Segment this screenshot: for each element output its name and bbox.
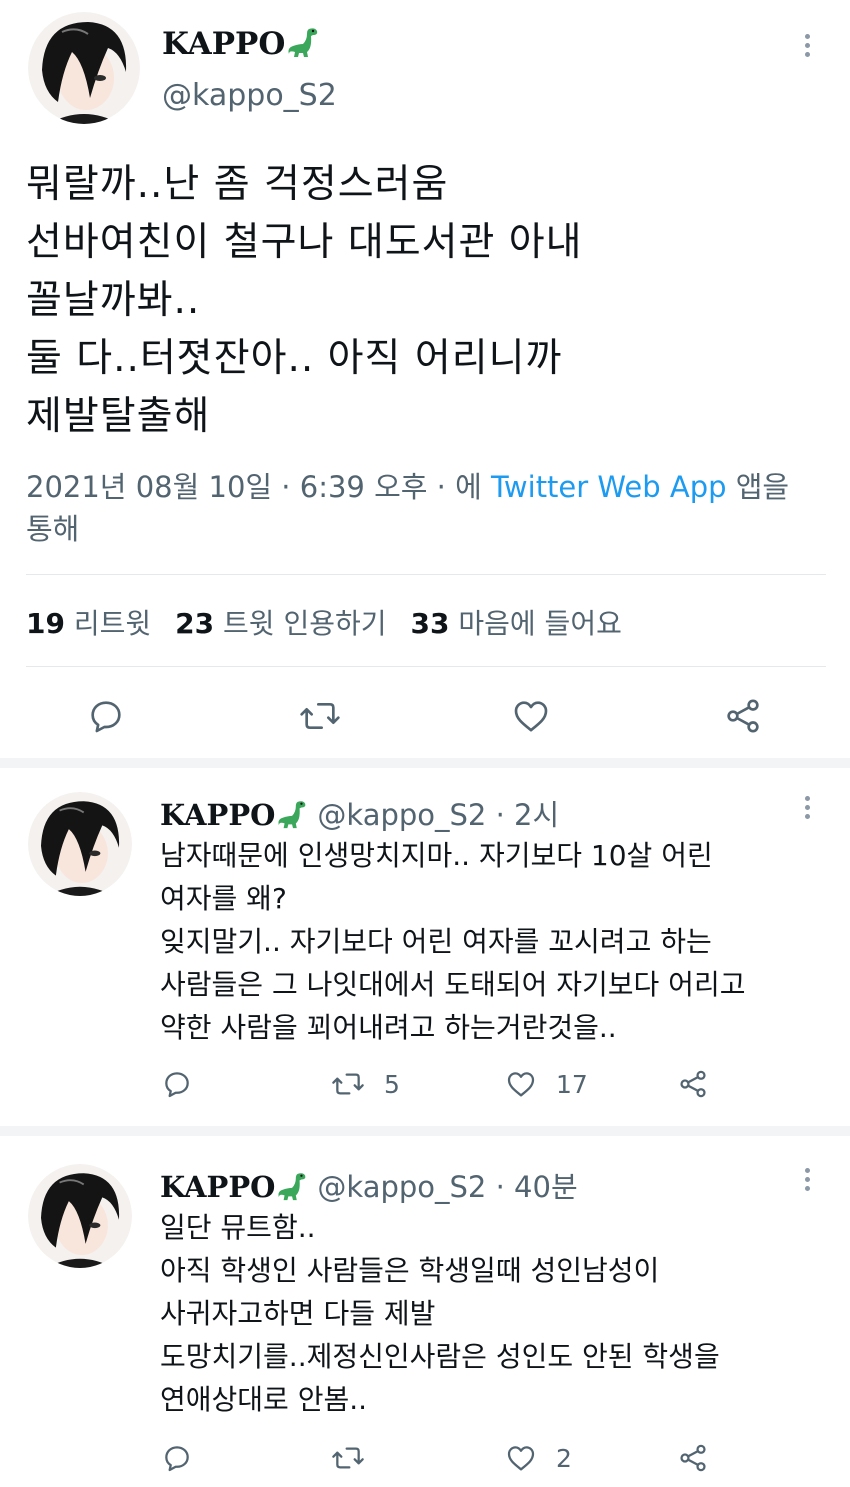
reply-line: 연애상대로 안봄.. — [160, 1383, 368, 1416]
like-icon[interactable] — [510, 696, 552, 736]
like-icon[interactable] — [504, 1442, 538, 1474]
avatar[interactable] — [28, 1164, 132, 1268]
reply-line: 도망치기를..제정신인사람은 성인도 안된 학생을 — [160, 1340, 720, 1373]
like-count: 17 — [556, 1070, 588, 1099]
divider — [26, 574, 826, 575]
dinosaur-emoji-icon — [287, 26, 321, 66]
reply-header: KAPPO @kappo_S2 · 2시 — [160, 792, 559, 836]
tweet-line: 둘 다..터졋잔아.. 아직 어리니까 — [26, 336, 563, 381]
avatar[interactable] — [28, 12, 140, 124]
handle[interactable]: @kappo_S2 — [317, 798, 486, 832]
share-icon[interactable] — [676, 1068, 710, 1100]
retweet-icon[interactable] — [330, 1068, 366, 1100]
reply-header: KAPPO @kappo_S2 · 40분 — [160, 1164, 578, 1208]
display-name[interactable]: KAPPO — [162, 26, 321, 66]
more-options-icon[interactable] — [805, 34, 811, 61]
tweet-line: 제발탈출해 — [26, 394, 211, 439]
more-options-icon[interactable] — [805, 1168, 811, 1195]
reply-time[interactable]: · 40분 — [496, 1170, 578, 1204]
tweet-line: 선바여친이 철구나 대도서관 아내 — [26, 220, 583, 265]
avatar-illustration — [28, 12, 140, 124]
retweets-stat[interactable]: 19 리트윗 — [26, 607, 151, 640]
dinosaur-emoji-icon — [277, 799, 309, 836]
like-icon[interactable] — [504, 1068, 538, 1100]
reply-line: 사람들은 그 나잇대에서 도태되어 자기보다 어리고 — [160, 968, 746, 1001]
divider — [26, 666, 826, 667]
reply-line: 남자때문에 인생망치지마.. 자기보다 10살 어린 — [160, 839, 713, 872]
reply-line: 잊지말기.. 자기보다 어린 여자를 꼬시려고 하는 — [160, 925, 712, 958]
reply-icon[interactable] — [160, 1442, 194, 1474]
quotes-stat[interactable]: 23 트윗 인용하기 — [175, 607, 386, 640]
more-options-icon[interactable] — [805, 796, 811, 823]
likes-stat[interactable]: 33 마음에 들어요 — [411, 607, 622, 640]
tweet-text: 뭐랄까..난 좀 걱정스러움 선바여친이 철구나 대도서관 아내 꼴날까봐.. … — [26, 156, 826, 446]
avatar-illustration — [28, 792, 132, 896]
share-icon[interactable] — [722, 696, 764, 736]
reply-line: 일단 뮤트함.. — [160, 1211, 316, 1244]
tweet-meta: 2021년 08월 10일 · 6:39 오후 · 에 Twitter Web … — [26, 466, 826, 550]
reply-line: 여자를 왜? — [160, 882, 287, 915]
retweet-count: 5 — [384, 1070, 400, 1099]
like-count: 2 — [556, 1444, 572, 1473]
reply-line: 약한 사람을 꾀어내려고 하는거란것을.. — [160, 1011, 617, 1044]
reply-icon[interactable] — [86, 696, 126, 736]
share-icon[interactable] — [676, 1442, 710, 1474]
reply-line: 아직 학생인 사람들은 학생일때 성인남성이 — [160, 1254, 660, 1287]
section-divider — [0, 1126, 850, 1136]
tweet-line: 꼴날까봐.. — [26, 278, 201, 323]
display-name[interactable]: KAPPO — [160, 798, 275, 832]
display-name-text: KAPPO — [162, 26, 286, 62]
avatar-illustration — [28, 1164, 132, 1268]
tweet-timestamp[interactable]: 2021년 08월 10일 · 6:39 오후 · 에 — [26, 470, 491, 504]
handle[interactable]: @kappo_S2 — [162, 78, 337, 113]
meta-suffix: 앱을 — [726, 470, 790, 504]
handle[interactable]: @kappo_S2 — [317, 1170, 486, 1204]
meta-line2: 통해 — [26, 512, 80, 546]
section-divider — [0, 758, 850, 768]
retweet-icon[interactable] — [330, 1442, 366, 1474]
tweet-line: 뭐랄까..난 좀 걱정스러움 — [26, 162, 449, 207]
display-name[interactable]: KAPPO — [160, 1170, 275, 1204]
retweet-icon[interactable] — [298, 696, 342, 736]
avatar[interactable] — [28, 792, 132, 896]
reply-time[interactable]: · 2시 — [496, 798, 560, 832]
dinosaur-emoji-icon — [277, 1171, 309, 1208]
source-app-link[interactable]: Twitter Web App — [491, 470, 727, 504]
reply-icon[interactable] — [160, 1068, 194, 1100]
reply-line: 사귀자고하면 다들 제발 — [160, 1297, 436, 1330]
tweet-stats: 19 리트윗 23 트윗 인용하기 33 마음에 들어요 — [26, 602, 622, 642]
reply-text: 일단 뮤트함.. 아직 학생인 사람들은 학생일때 성인남성이 사귀자고하면 다… — [160, 1206, 830, 1421]
reply-text: 남자때문에 인생망치지마.. 자기보다 10살 어린 여자를 왜? 잊지말기..… — [160, 834, 830, 1049]
